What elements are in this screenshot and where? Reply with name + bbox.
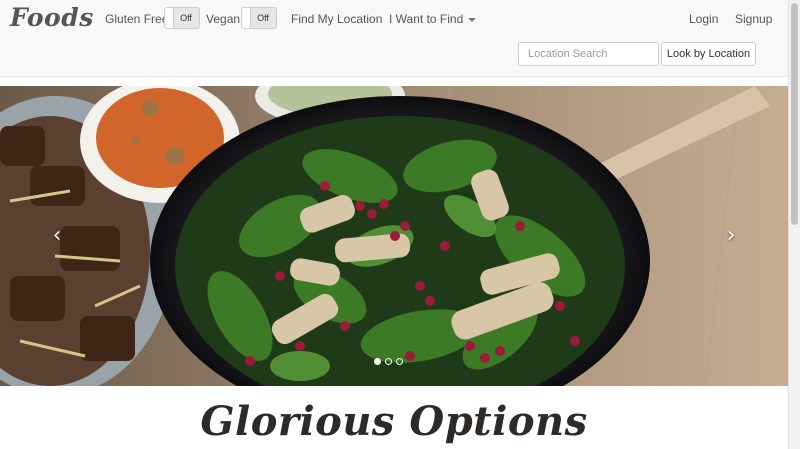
page-headline: Glorious Options (200, 398, 588, 445)
gluten-free-label: Gluten Free: (105, 12, 172, 26)
carousel-next-button[interactable]: › (721, 221, 741, 251)
food-salad-image (0, 86, 788, 386)
caret-down-icon (468, 17, 477, 22)
navbar: Foods Gluten Free: Off Vegan: Off Find M… (0, 0, 788, 77)
scrollbar-thumb[interactable] (791, 3, 798, 225)
i-want-to-find-dropdown[interactable]: I Want to Find (389, 12, 477, 26)
hero-carousel: ‹ › (0, 86, 788, 386)
brand-logo[interactable]: Foods (10, 3, 94, 32)
carousel-indicator-dot[interactable] (374, 358, 381, 365)
page: Foods Gluten Free: Off Vegan: Off Find M… (0, 0, 788, 449)
vegan-label: Vegan: (206, 12, 244, 26)
carousel-indicator-dot[interactable] (385, 358, 392, 365)
carousel-prev-button[interactable]: ‹ (47, 221, 67, 251)
signup-link[interactable]: Signup (735, 12, 772, 26)
gluten-free-toggle[interactable]: Off (164, 7, 200, 29)
location-search-input[interactable] (518, 42, 659, 66)
dropdown-label: I Want to Find (389, 12, 464, 26)
page-scrollbar[interactable] (788, 0, 800, 449)
carousel-indicator-dot[interactable] (396, 358, 403, 365)
toggle-state: Off (257, 13, 269, 23)
find-my-location-link[interactable]: Find My Location (291, 12, 382, 26)
carousel-indicators (372, 352, 405, 365)
vegan-toggle[interactable]: Off (241, 7, 277, 29)
look-by-location-button[interactable]: Look by Location (661, 42, 756, 66)
login-link[interactable]: Login (689, 12, 718, 26)
toggle-state: Off (180, 13, 192, 23)
